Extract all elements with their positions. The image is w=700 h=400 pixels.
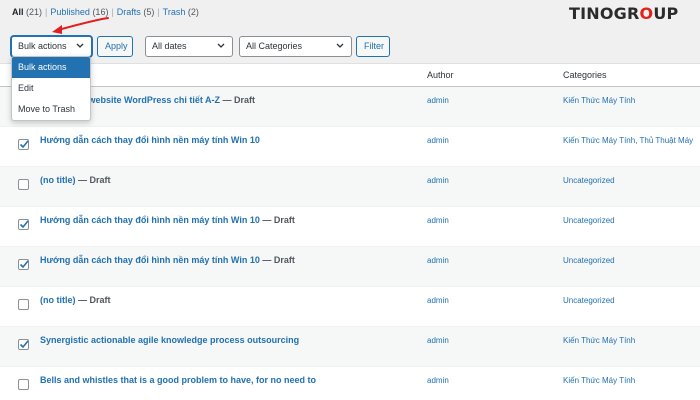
post-title-link[interactable]: Hướng dẫn cách thay đổi hình nền máy tín… <box>40 255 295 265</box>
post-state: — Draft <box>78 175 111 185</box>
bulk-menu-option-edit[interactable]: Edit <box>12 78 90 99</box>
post-categories-links[interactable]: Uncategorized <box>563 256 615 265</box>
bulk-actions-value: Bulk actions <box>18 41 67 51</box>
post-categories-links[interactable]: Kiến Thức Máy Tính <box>563 96 635 105</box>
red-arrow-icon <box>52 17 109 34</box>
filter-all-link[interactable]: All (21) <box>12 7 42 17</box>
row-checkbox[interactable] <box>18 259 29 270</box>
post-categories-links[interactable]: Kiến Thức Máy Tính <box>563 376 635 385</box>
post-author-link[interactable]: admin <box>427 296 449 305</box>
checkmark-icon <box>19 340 29 349</box>
post-state: — Draft <box>222 95 256 105</box>
post-author-link[interactable]: admin <box>427 376 449 385</box>
bulk-menu-option-move-to-trash[interactable]: Move to Trash <box>12 99 90 120</box>
post-categories-links[interactable]: Uncategorized <box>563 216 615 225</box>
post-title-link[interactable]: (no title) — Draft <box>40 175 111 185</box>
bulk-actions-menu: Bulk actions Edit Move to Trash <box>11 56 91 121</box>
categories-column-header: Categories <box>563 70 607 80</box>
apply-button[interactable]: Apply <box>97 36 133 57</box>
row-checkbox[interactable] <box>18 219 29 230</box>
post-author-link[interactable]: admin <box>427 336 449 345</box>
row-checkbox[interactable] <box>18 339 29 350</box>
post-author-link[interactable]: admin <box>427 96 449 105</box>
post-categories-links[interactable]: Uncategorized <box>563 296 615 305</box>
post-author-link[interactable]: admin <box>427 176 449 185</box>
author-column-header[interactable]: Author <box>427 70 454 80</box>
table-row: Hướng dẫn cách thay đổi hình nền máy tín… <box>0 127 700 167</box>
table-row: (no title) — Draft admin Uncategorized <box>0 167 700 207</box>
filter-trash-link[interactable]: Trash (2) <box>163 7 199 17</box>
post-author-link[interactable]: admin <box>427 256 449 265</box>
post-title-link[interactable]: Hướng dẫn cách thay đổi hình nền máy tín… <box>40 135 260 145</box>
table-header: Author Categories <box>0 63 700 87</box>
post-author-link[interactable]: admin <box>427 136 449 145</box>
checkmark-icon <box>19 260 29 269</box>
bulk-menu-option-bulk-actions[interactable]: Bulk actions <box>12 57 90 78</box>
filter-button[interactable]: Filter <box>356 36 390 57</box>
table-row: i đăng trên website WordPress chi tiết A… <box>0 87 700 127</box>
table-row: Hướng dẫn cách thay đổi hình nền máy tín… <box>0 207 700 247</box>
post-title-link[interactable]: Hướng dẫn cách thay đổi hình nền máy tín… <box>40 215 295 225</box>
row-checkbox[interactable] <box>18 299 29 310</box>
post-state: — Draft <box>262 215 295 225</box>
post-title-link[interactable]: Synergistic actionable agile knowledge p… <box>40 335 299 345</box>
row-checkbox[interactable] <box>18 179 29 190</box>
table-row: (no title) — Draft admin Uncategorized <box>0 287 700 327</box>
checkmark-icon <box>19 140 29 149</box>
post-categories-links[interactable]: Kiến Thức Máy Tính <box>563 336 635 345</box>
post-title-link[interactable]: Bells and whistles that is a good proble… <box>40 375 316 385</box>
post-state: — Draft <box>78 295 111 305</box>
post-author-link[interactable]: admin <box>427 216 449 225</box>
row-checkbox[interactable] <box>18 379 29 390</box>
row-checkbox[interactable] <box>18 139 29 150</box>
checkmark-icon <box>19 220 29 229</box>
table-row: Synergistic actionable agile knowledge p… <box>0 327 700 367</box>
categories-select[interactable]: All Categories <box>239 36 352 57</box>
post-state: — Draft <box>262 255 295 265</box>
dates-select-value: All dates <box>152 41 187 51</box>
table-body: i đăng trên website WordPress chi tiết A… <box>0 87 700 400</box>
bulk-actions-select[interactable]: Bulk actions <box>11 36 92 57</box>
dates-select[interactable]: All dates <box>145 36 233 57</box>
chevron-down-icon <box>76 43 84 48</box>
post-categories-links[interactable]: Kiến Thức Máy Tính, Thủ Thuật Máy <box>563 136 693 145</box>
brand-logo: TINOGROUP <box>569 4 679 23</box>
posts-table: Author Categories i đăng trên website Wo… <box>0 63 700 400</box>
chevron-down-icon <box>336 43 344 48</box>
table-row: Hướng dẫn cách thay đổi hình nền máy tín… <box>0 247 700 287</box>
post-title-link[interactable]: (no title) — Draft <box>40 295 111 305</box>
categories-select-value: All Categories <box>246 41 303 51</box>
filter-drafts-link[interactable]: Drafts (5) <box>117 7 155 17</box>
post-categories-links[interactable]: Uncategorized <box>563 176 615 185</box>
chevron-down-icon <box>217 43 225 48</box>
table-row: Bells and whistles that is a good proble… <box>0 367 700 400</box>
